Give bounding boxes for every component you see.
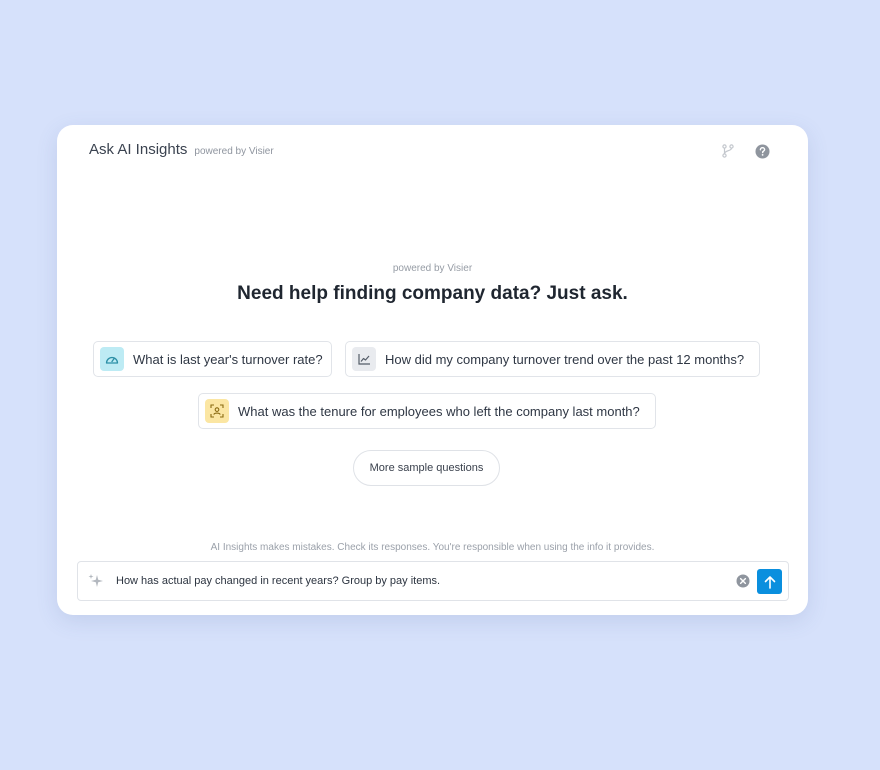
suggestion-label: What was the tenure for employees who le… — [238, 403, 640, 419]
question-input[interactable]: How has actual pay changed in recent yea… — [77, 561, 789, 601]
person-focus-icon — [205, 399, 229, 423]
suggestion-label: What is last year's turnover rate? — [133, 351, 323, 367]
suggestion-turnover-trend[interactable]: How did my company turnover trend over t… — [345, 341, 760, 377]
ai-insights-panel: Ask AI Insights powered by Visier powere… — [57, 125, 808, 615]
clear-icon[interactable] — [736, 574, 750, 588]
arrow-up-icon — [764, 575, 775, 589]
sparkle-icon — [88, 573, 104, 589]
hero-powered-by: powered by Visier — [392, 263, 473, 274]
send-button[interactable] — [757, 569, 782, 594]
gauge-icon — [100, 347, 124, 371]
panel-header: Ask AI Insights powered by Visier — [89, 141, 274, 158]
help-icon[interactable] — [753, 142, 771, 160]
line-chart-icon — [352, 347, 376, 371]
suggestion-label: How did my company turnover trend over t… — [385, 351, 745, 367]
branch-icon[interactable] — [719, 142, 737, 160]
hero-headline: Need help finding company data? Just ask… — [237, 283, 628, 304]
panel-title: Ask AI Insights — [89, 141, 188, 158]
suggestion-turnover-rate[interactable]: What is last year's turnover rate? — [93, 341, 332, 377]
disclaimer-text: AI Insights makes mistakes. Check its re… — [210, 542, 655, 553]
panel-subtitle: powered by Visier — [194, 146, 274, 157]
more-sample-questions-button[interactable]: More sample questions — [353, 450, 500, 486]
suggestion-tenure[interactable]: What was the tenure for employees who le… — [198, 393, 656, 429]
question-input-value[interactable]: How has actual pay changed in recent yea… — [116, 575, 440, 587]
